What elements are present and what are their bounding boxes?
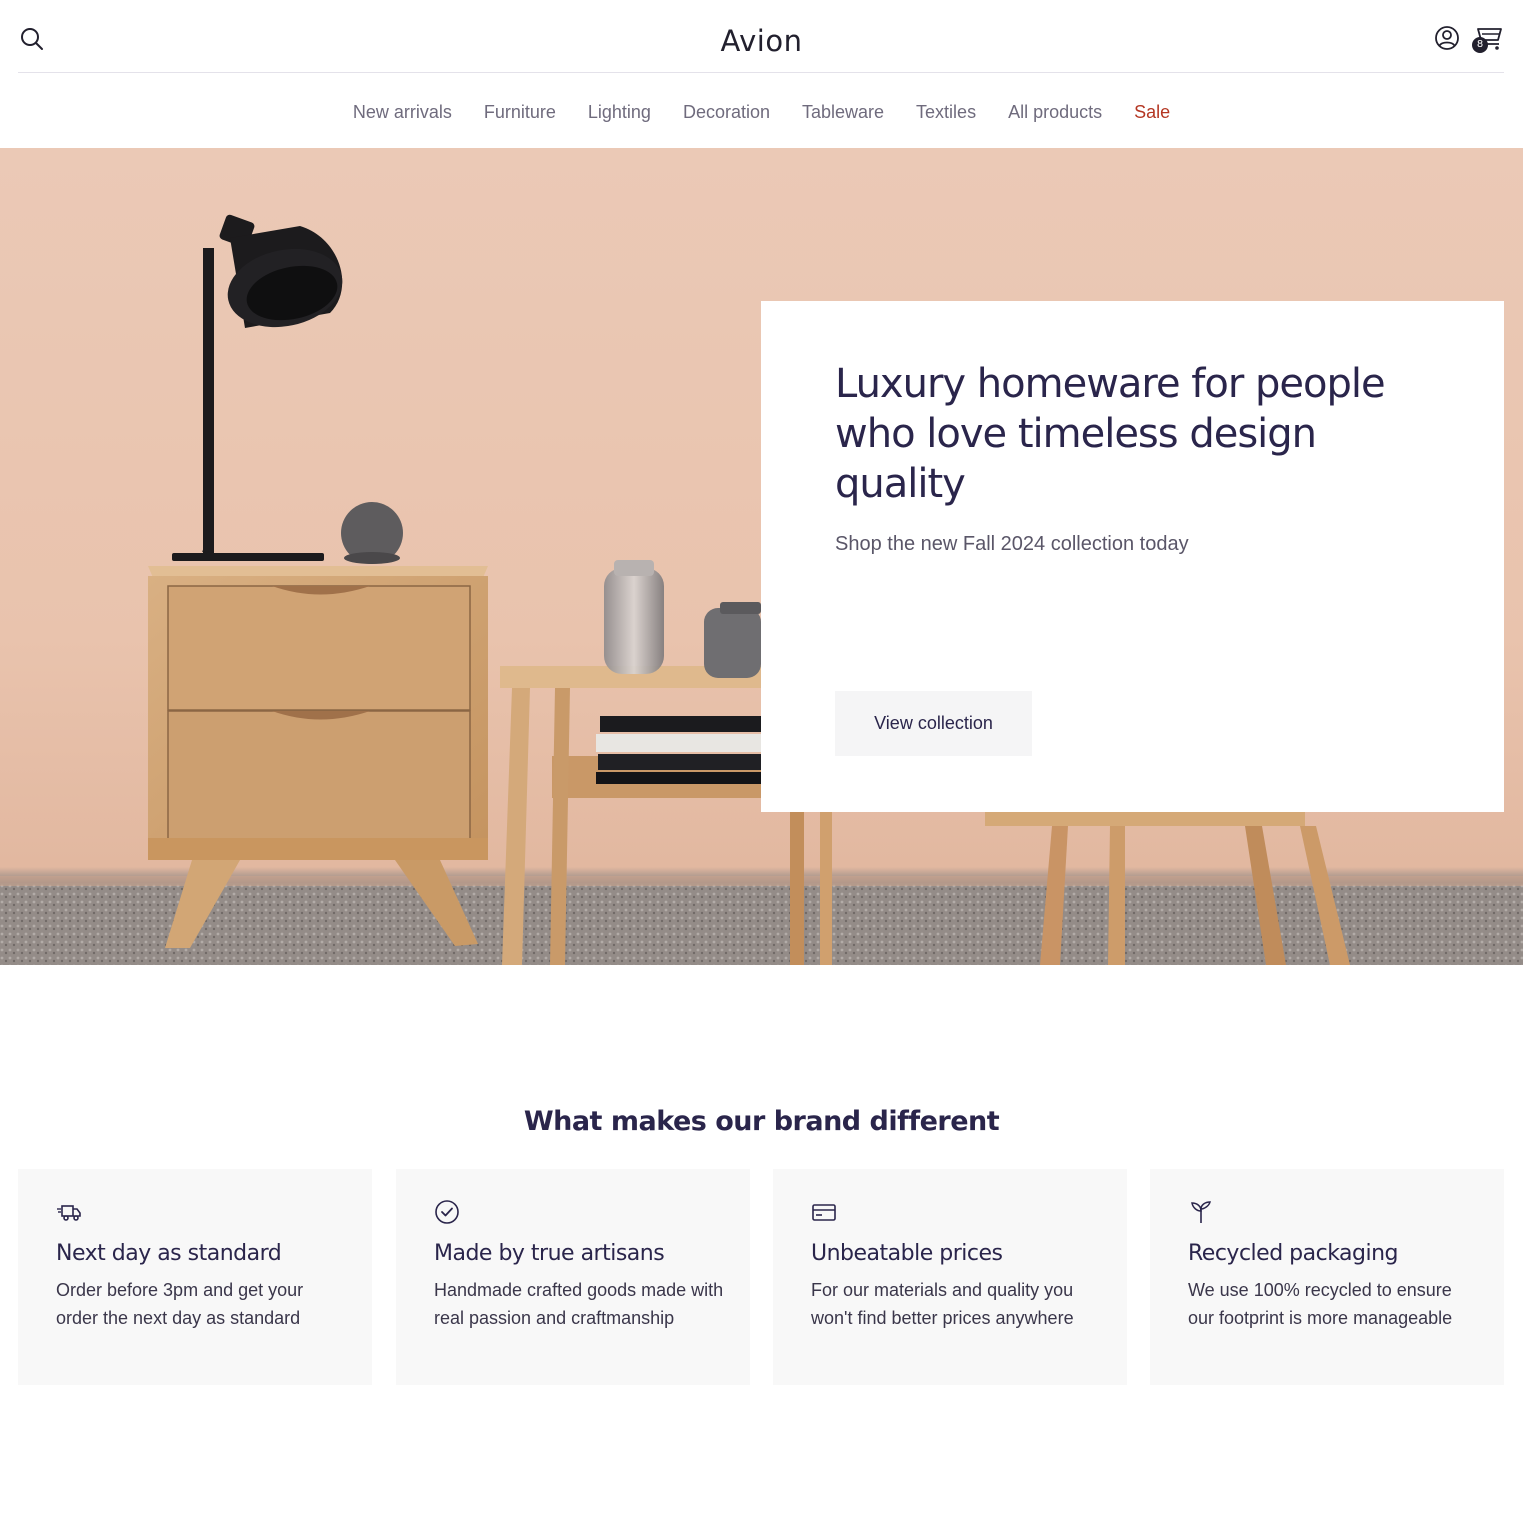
nav-item-lighting[interactable]: Lighting bbox=[572, 96, 667, 128]
category-nav: New arrivals Furniture Lighting Decorati… bbox=[0, 96, 1523, 128]
hero-title: Luxury homeware for people who love time… bbox=[835, 361, 1386, 507]
feature-card-packaging: Recycled packaging We use 100% recycled … bbox=[1150, 1169, 1504, 1385]
feature-title: Unbeatable prices bbox=[811, 1241, 1003, 1266]
nav-item-all-products[interactable]: All products bbox=[992, 96, 1118, 128]
feature-text: Order before 3pm and get your order the … bbox=[56, 1280, 304, 1328]
view-collection-button[interactable]: View collection bbox=[835, 691, 1032, 756]
nav-item-decoration[interactable]: Decoration bbox=[667, 96, 786, 128]
hero-subtitle: Shop the new Fall 2024 collection today bbox=[835, 533, 1189, 555]
nav-item-new-arrivals[interactable]: New arrivals bbox=[337, 96, 468, 128]
delivery-truck-icon bbox=[56, 1199, 82, 1225]
feature-text: We use 100% recycled to ensure our footp… bbox=[1188, 1280, 1453, 1328]
feature-title: Next day as standard bbox=[56, 1241, 282, 1266]
feature-title: Recycled packaging bbox=[1188, 1241, 1399, 1266]
features-heading: What makes our brand different bbox=[523, 1106, 1000, 1137]
nav-item-textiles[interactable]: Textiles bbox=[900, 96, 992, 128]
feature-card-delivery: Next day as standard Order before 3pm an… bbox=[18, 1169, 372, 1385]
feature-card-prices: Unbeatable prices For our materials and … bbox=[773, 1169, 1127, 1385]
header-divider bbox=[18, 72, 1504, 73]
nav-item-sale[interactable]: Sale bbox=[1118, 96, 1186, 128]
nav-item-tableware[interactable]: Tableware bbox=[786, 96, 900, 128]
nav-item-furniture[interactable]: Furniture bbox=[468, 96, 572, 128]
feature-text: For our materials and quality you won't … bbox=[811, 1280, 1074, 1328]
brand-logo[interactable]: Avion bbox=[0, 24, 1523, 58]
cart-count-badge: 8 bbox=[1472, 37, 1488, 53]
check-circle-icon bbox=[434, 1199, 460, 1225]
feature-card-artisans: Made by true artisans Handmade crafted g… bbox=[396, 1169, 750, 1385]
hero-card: Luxury homeware for people who love time… bbox=[761, 301, 1504, 812]
user-circle-icon[interactable] bbox=[1434, 25, 1460, 51]
hero-banner: Luxury homeware for people who love time… bbox=[0, 148, 1523, 965]
sprout-icon bbox=[1188, 1199, 1214, 1225]
feature-title: Made by true artisans bbox=[434, 1241, 665, 1266]
feature-text: Handmade crafted goods made with real pa… bbox=[434, 1280, 724, 1328]
site-header: Avion 8 bbox=[0, 0, 1523, 74]
credit-card-icon bbox=[811, 1199, 837, 1225]
